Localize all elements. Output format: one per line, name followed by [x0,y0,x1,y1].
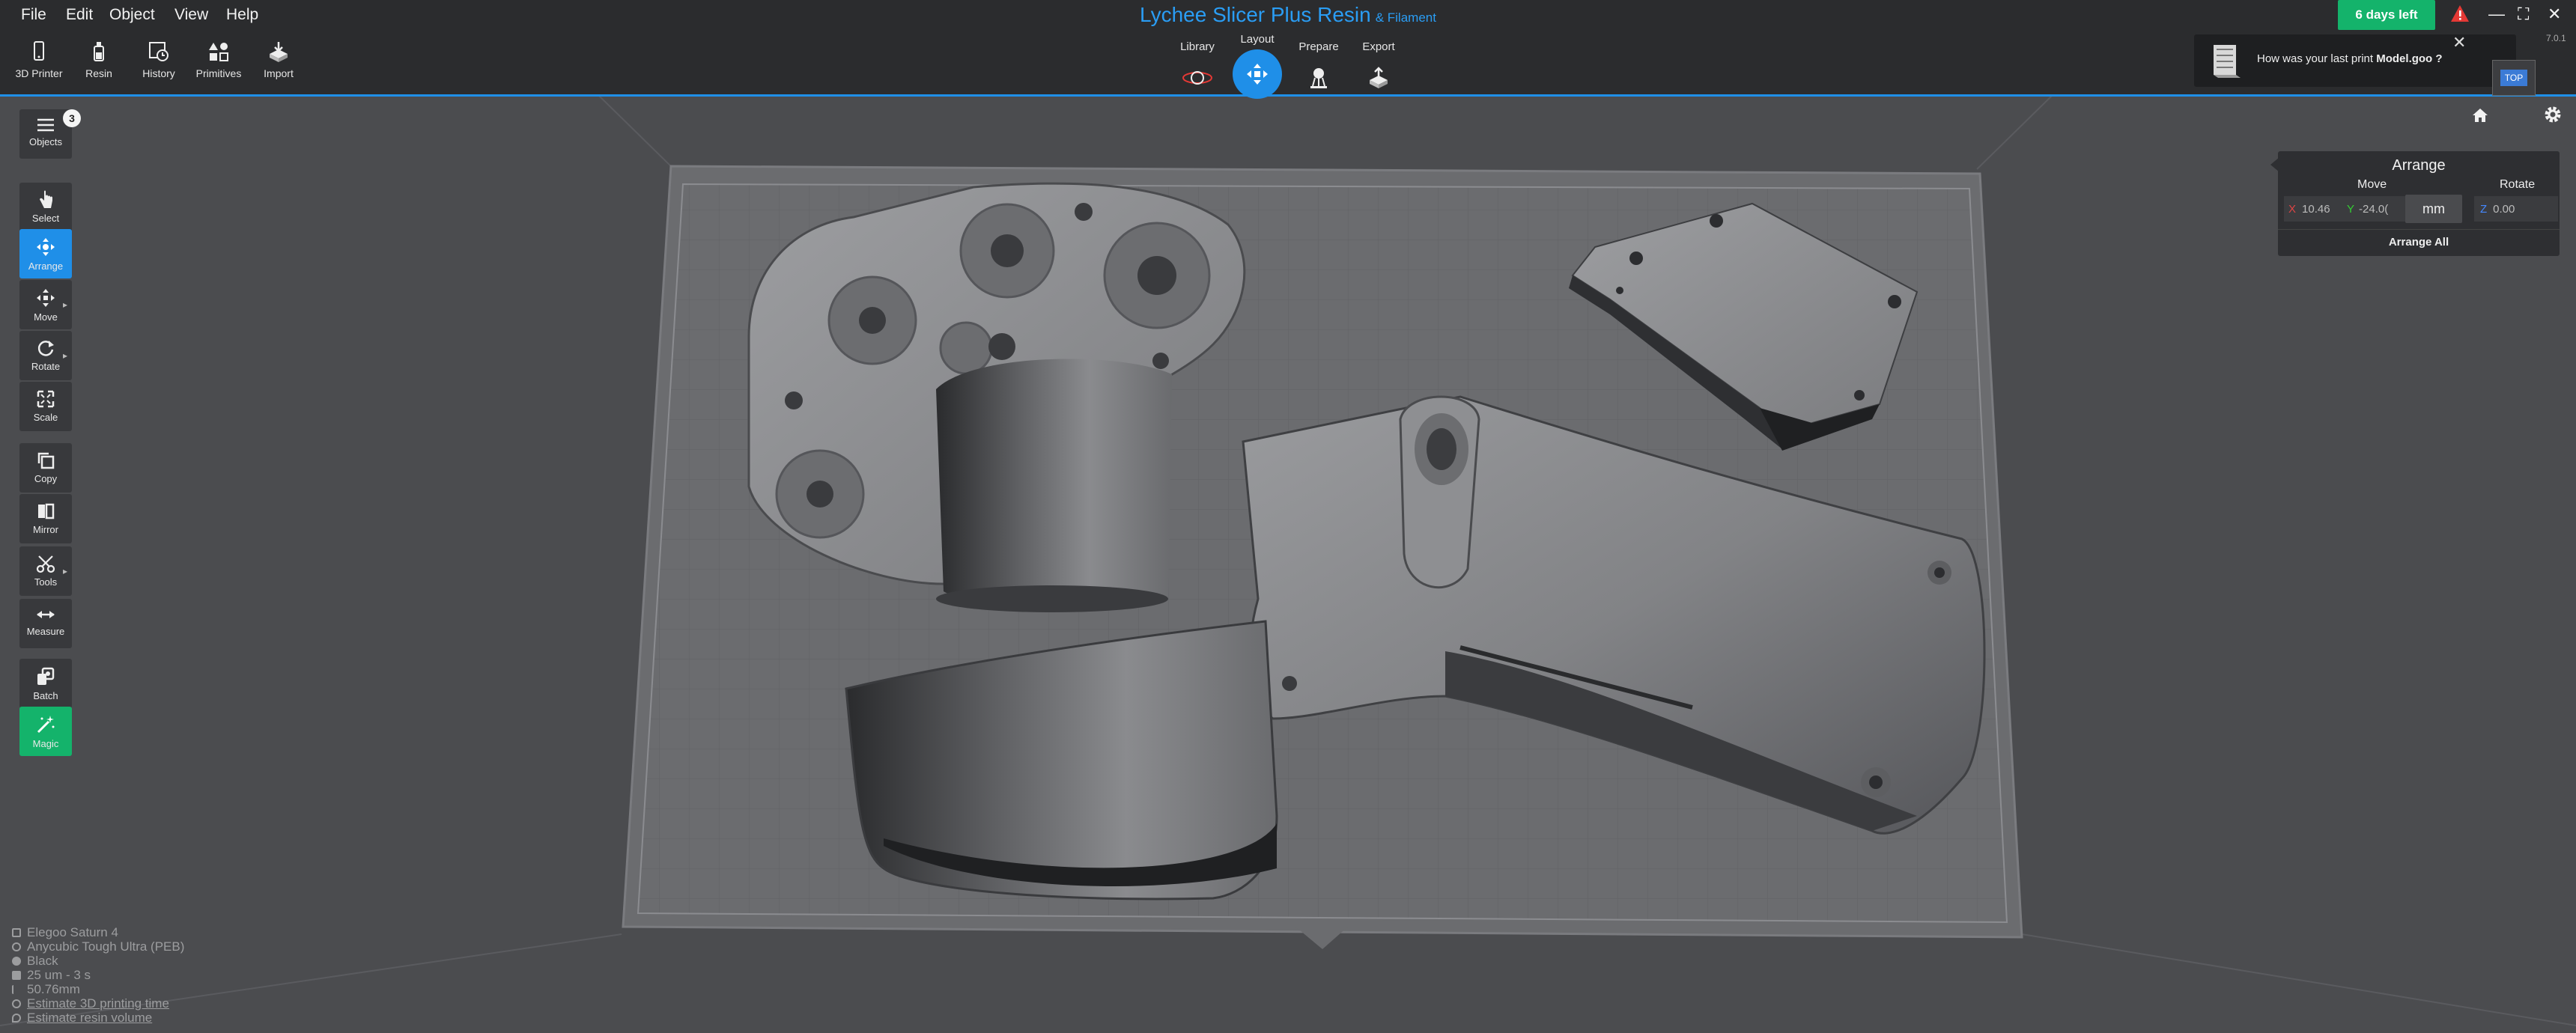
height-info: 50.76mm [12,982,80,997]
sidebar-magic[interactable]: Magic [19,707,72,756]
prepare-supports-icon [1310,68,1327,88]
sidebar-select[interactable]: Select [19,183,72,232]
view-cube-top[interactable]: TOP [2492,60,2536,96]
notification-text: How was your last print [2257,52,2374,65]
printer-icon [34,41,44,61]
version-label: 7.0.1 [2546,33,2566,43]
objects-count-badge: 3 [63,109,81,127]
y-axis-label: Y [2347,202,2355,216]
print-feedback-notification[interactable]: How was your last print Model.goo ? [2194,34,2516,87]
droplet-icon [12,1014,21,1023]
minimize-icon[interactable]: — [2488,4,2505,24]
sidebar-measure[interactable]: Measure [19,599,72,648]
toolbar-history[interactable]: History [129,40,189,79]
resin-small-icon [12,942,21,951]
copy-icon [37,452,55,469]
step-export[interactable]: Export [1352,40,1405,99]
move-arrows-icon [37,289,55,307]
y-position-input[interactable]: Y -24.0( [2342,196,2407,222]
tools-submenu-chevron-icon[interactable]: ▸ [63,566,67,576]
toolbar-primitives[interactable]: Primitives [189,40,249,79]
maximize-icon[interactable]: ⛶ [2518,4,2529,24]
scissors-icon [36,555,55,573]
primitives-icon [209,43,228,61]
palette-icon [12,957,21,966]
home-icon[interactable] [2471,106,2489,124]
sidebar-batch[interactable]: Batch [19,659,72,708]
notification-file: Model.goo ? [2376,52,2443,65]
measure-arrows-icon [37,611,55,618]
menu-view[interactable]: View [174,6,208,24]
step-layout[interactable]: Layout [1231,33,1284,99]
move-submenu-chevron-icon[interactable]: ▸ [63,299,67,310]
toolbar-3d-printer[interactable]: 3D Printer [9,40,69,79]
menu-help[interactable]: Help [226,6,258,24]
viewport[interactable] [0,0,2576,1033]
arrange-panel-pointer [2270,157,2279,172]
layout-move-icon [1247,64,1268,85]
select-hand-icon [40,190,52,208]
unit-selector[interactable]: mm [2405,195,2462,223]
trial-days-button[interactable]: 6 days left [2338,0,2435,30]
toolbar-resin[interactable]: Resin [69,40,129,79]
printer-info[interactable]: Elegoo Saturn 4 [12,925,118,940]
estimate-time-link[interactable]: Estimate 3D printing time [12,996,169,1011]
sidebar-arrange[interactable]: Arrange [19,229,72,278]
estimate-volume-link[interactable]: Estimate resin volume [12,1011,152,1026]
print-thumbnail-icon [2214,45,2241,78]
rotate-submenu-chevron-icon[interactable]: ▸ [63,350,67,361]
layers-icon [12,971,21,980]
z-axis-label: Z [2480,202,2488,216]
rotate-label: Rotate [2500,178,2536,191]
menu-file[interactable]: File [21,6,46,24]
export-icon [1370,67,1388,88]
sidebar-scale[interactable]: Scale [19,382,72,431]
arrange-icon [37,238,55,256]
settings-gear-icon[interactable] [2543,105,2563,124]
resin-bottle-icon [94,42,104,61]
menu-object[interactable]: Object [109,6,155,24]
x-axis-label: X [2288,202,2297,216]
arrange-all-button[interactable]: Arrange All [2278,229,2560,255]
history-icon [149,42,168,61]
import-icon [270,42,288,62]
step-library[interactable]: Library [1171,40,1224,99]
arrange-panel: Arrange Move Rotate X 10.46 Y -24.0( mm Z0… [2278,151,2560,256]
menu-bar: File Edit Object View Help [0,0,2576,33]
magic-wand-icon [37,716,55,734]
library-icon [1182,71,1212,85]
toolbar-import[interactable]: Import [249,40,309,79]
arrange-panel-title: Arrange [2392,157,2446,174]
color-info: Black [12,954,58,969]
clock-icon [12,999,21,1008]
top-toolbar: 3D Printer Resin History Primitives Impo… [0,33,2576,99]
step-prepare[interactable]: Prepare [1292,40,1345,99]
menu-edit[interactable]: Edit [66,6,93,24]
scale-icon [37,390,55,408]
printer-small-icon [12,928,21,937]
z-rotate-input[interactable]: Z 0.00 [2474,196,2558,222]
height-icon [12,985,21,994]
x-position-input[interactable]: X 10.46 [2284,196,2344,222]
layer-info: 25 um - 3 s [12,968,91,983]
mirror-icon [38,503,55,519]
batch-icon [37,667,55,685]
alert-icon[interactable] [2450,4,2470,27]
list-icon [37,118,54,132]
rotate-icon [37,341,54,356]
sidebar-copy[interactable]: Copy [19,443,72,493]
sidebar-mirror[interactable]: Mirror [19,494,72,543]
close-window-icon[interactable]: ✕ [2548,4,2561,24]
move-label: Move [2357,178,2387,191]
notification-close-icon[interactable]: ✕ [2452,33,2466,52]
resin-info[interactable]: Anycubic Tough Ultra (PEB) [12,939,184,954]
